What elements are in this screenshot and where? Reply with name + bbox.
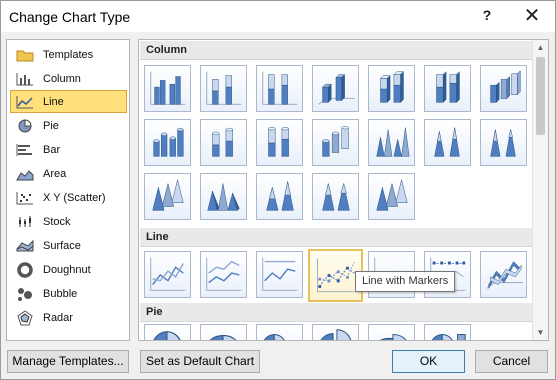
category-label: Templates	[43, 48, 94, 61]
surface-chart-icon	[15, 237, 35, 255]
category-line[interactable]: Line	[10, 90, 127, 113]
thumb-stacked-line[interactable]	[200, 251, 247, 298]
thumb-clustered-cylinder[interactable]	[144, 119, 191, 166]
thumb-100-stacked-line[interactable]	[256, 251, 303, 298]
change-chart-type-dialog: Change Chart Type ? ✕ Templates Column L…	[0, 0, 556, 380]
thumb-stacked-cone[interactable]	[424, 119, 471, 166]
thumb-clustered-pyramid[interactable]	[200, 173, 247, 220]
section-header-line: Line	[140, 228, 533, 247]
line-chart-icon	[15, 93, 35, 111]
bubble-chart-icon	[15, 285, 35, 303]
category-label: X Y (Scatter)	[43, 191, 106, 204]
pie-chart-icon	[15, 117, 35, 135]
chart-category-list: Templates Column Line Pie Bar Area X Y (…	[6, 39, 130, 341]
cancel-button[interactable]: Cancel	[475, 350, 548, 373]
close-button[interactable]: ✕	[519, 3, 545, 28]
section-header-column: Column	[140, 41, 533, 60]
thumb-pie-of-pie[interactable]	[256, 324, 303, 340]
dialog-title: Change Chart Type	[9, 9, 131, 25]
thumb-100-stacked-pyramid[interactable]	[312, 173, 359, 220]
category-bubble[interactable]: Bubble	[10, 282, 127, 305]
chart-type-tooltip: Line with Markers	[355, 271, 456, 292]
category-column[interactable]: Column	[10, 67, 127, 90]
thumb-stacked-pyramid[interactable]	[256, 173, 303, 220]
scroll-up-icon[interactable]: ▲	[533, 40, 548, 55]
category-templates[interactable]: Templates	[10, 43, 127, 66]
thumb-3d-cylinder[interactable]	[312, 119, 359, 166]
thumb-100-stacked-column[interactable]	[256, 65, 303, 112]
thumb-3d-cone[interactable]	[144, 173, 191, 220]
category-label: Pie	[43, 119, 59, 132]
category-scatter[interactable]: X Y (Scatter)	[10, 186, 127, 209]
category-bar[interactable]: Bar	[10, 138, 127, 161]
stock-chart-icon	[15, 213, 35, 231]
thumb-3d-clustered-column[interactable]	[312, 65, 359, 112]
thumb-clustered-cone[interactable]	[368, 119, 415, 166]
category-label: Area	[43, 167, 67, 180]
category-label: Line	[43, 95, 64, 108]
gallery-scrollbar[interactable]: ▲ ▼	[532, 40, 548, 340]
thumb-3d-pie[interactable]	[200, 324, 247, 340]
thumb-line[interactable]	[144, 251, 191, 298]
folder-icon	[15, 46, 35, 64]
area-chart-icon	[15, 165, 35, 183]
help-button[interactable]: ?	[477, 7, 497, 23]
category-stock[interactable]: Stock	[10, 210, 127, 233]
thumb-pie[interactable]	[144, 324, 191, 340]
thumb-stacked-column[interactable]	[200, 65, 247, 112]
title-bar: Change Chart Type ? ✕	[1, 1, 555, 32]
category-label: Doughnut	[43, 263, 91, 276]
category-label: Surface	[43, 239, 81, 252]
category-area[interactable]: Area	[10, 162, 127, 185]
thumb-3d-stacked-column[interactable]	[368, 65, 415, 112]
set-default-chart-button[interactable]: Set as Default Chart	[140, 350, 260, 373]
doughnut-chart-icon	[15, 261, 35, 279]
chart-gallery: Column Line Pie ▲ ▼	[138, 39, 549, 341]
category-doughnut[interactable]: Doughnut	[10, 258, 127, 281]
scrollbar-thumb[interactable]	[536, 57, 545, 135]
bar-chart-icon	[15, 141, 35, 159]
thumb-bar-of-pie[interactable]	[424, 324, 471, 340]
category-surface[interactable]: Surface	[10, 234, 127, 257]
category-label: Bubble	[43, 287, 78, 300]
scroll-down-icon[interactable]: ▼	[533, 325, 548, 340]
thumb-3d-column[interactable]	[480, 65, 527, 112]
thumb-3d-100-stacked-column[interactable]	[424, 65, 471, 112]
thumb-exploded-pie[interactable]	[312, 324, 359, 340]
thumb-3d-pyramid[interactable]	[368, 173, 415, 220]
radar-chart-icon	[15, 309, 35, 327]
thumb-3d-line[interactable]	[480, 251, 527, 298]
category-radar[interactable]: Radar	[10, 306, 127, 329]
category-label: Column	[43, 72, 81, 85]
thumb-3d-exploded-pie[interactable]	[368, 324, 415, 340]
manage-templates-button[interactable]: Manage Templates...	[7, 350, 129, 373]
category-label: Radar	[43, 311, 73, 324]
category-pie[interactable]: Pie	[10, 114, 127, 137]
category-label: Bar	[43, 143, 61, 156]
thumb-clustered-column[interactable]	[144, 65, 191, 112]
section-header-pie: Pie	[140, 303, 533, 322]
ok-button[interactable]: OK	[392, 350, 465, 373]
scatter-chart-icon	[15, 189, 35, 207]
thumb-stacked-cylinder[interactable]	[200, 119, 247, 166]
thumb-100-stacked-cylinder[interactable]	[256, 119, 303, 166]
thumb-100-stacked-cone[interactable]	[480, 119, 527, 166]
category-label: Stock	[43, 215, 71, 228]
column-chart-icon	[15, 70, 35, 88]
